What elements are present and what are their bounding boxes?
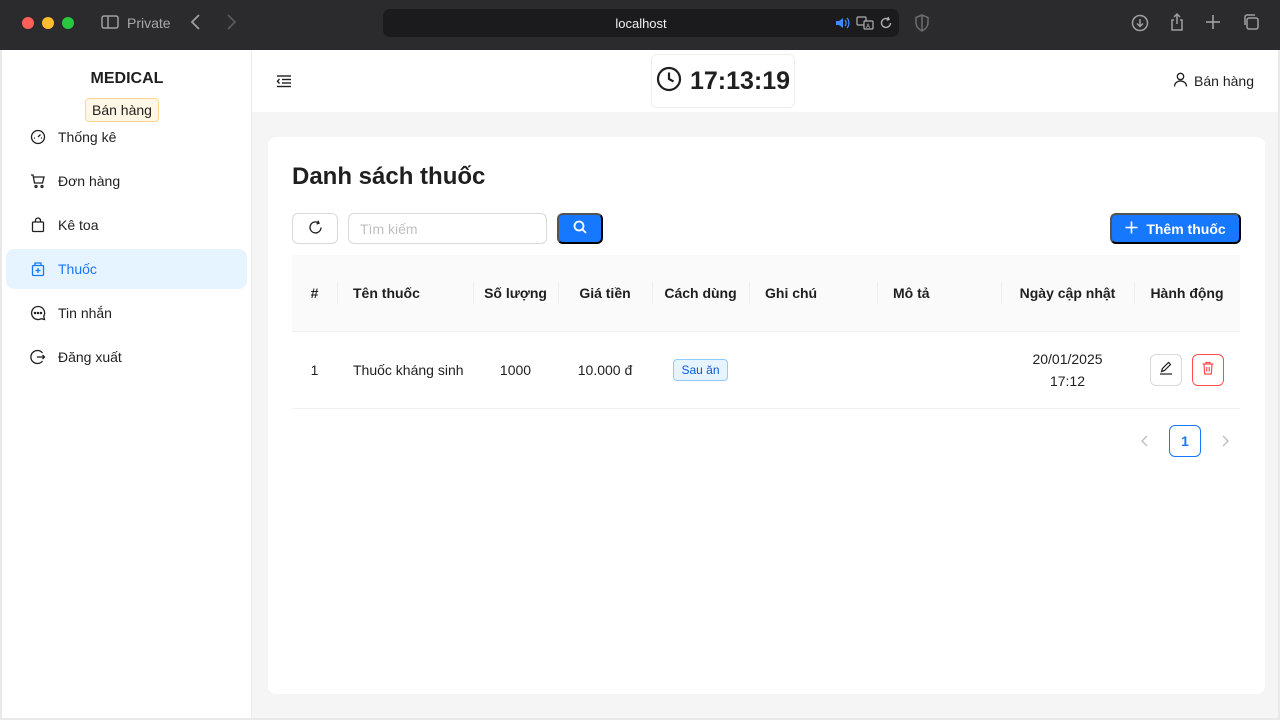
column-header-note: Ghi chú [749, 255, 877, 332]
cell-name: Thuốc kháng sinh [337, 331, 473, 409]
download-icon[interactable] [1131, 14, 1149, 37]
cell-quantity: 1000 [473, 331, 558, 409]
search-input[interactable] [348, 213, 547, 244]
menu-fold-icon[interactable] [276, 73, 292, 89]
top-header: 17:13:19 Bán hàng [252, 50, 1278, 112]
column-header-updated: Ngày cập nhật [1001, 255, 1134, 332]
forward-icon[interactable] [223, 12, 239, 37]
user-menu[interactable]: Bán hàng [1173, 72, 1254, 90]
add-medicine-label: Thêm thuốc [1146, 220, 1226, 237]
dashboard-icon [30, 129, 46, 145]
column-header-description: Mô tả [877, 255, 1001, 332]
sidebar-item-statistics[interactable]: Thống kê [6, 117, 247, 157]
table-header-row: # Tên thuốc Số lượng Giá tiền Cách dùng … [292, 255, 1240, 332]
cell-index: 1 [292, 331, 337, 409]
add-medicine-button[interactable]: Thêm thuốc [1110, 213, 1241, 244]
sidebar-item-label: Thuốc [58, 261, 97, 277]
column-header-index: # [292, 255, 337, 332]
sidebar-item-medicine[interactable]: Thuốc [6, 249, 247, 289]
column-header-price: Giá tiền [558, 255, 652, 332]
next-page-icon[interactable] [1209, 425, 1241, 457]
minimize-window-button[interactable] [42, 17, 54, 29]
sidebar-item-label: Thống kê [58, 129, 117, 145]
cell-description [877, 331, 1001, 409]
translate-icon[interactable]: A [856, 16, 874, 35]
cell-price: 10.000 đ [558, 331, 652, 409]
shield-icon[interactable] [914, 14, 930, 37]
new-tab-icon[interactable] [1205, 14, 1221, 35]
message-icon [30, 305, 46, 321]
sidebar-item-messages[interactable]: Tin nhắn [6, 293, 247, 333]
medicine-box-icon [30, 261, 46, 277]
sidebar-item-logout[interactable]: Đăng xuất [6, 337, 247, 377]
column-header-actions: Hành động [1134, 255, 1240, 332]
reload-icon[interactable] [879, 16, 893, 35]
cart-icon [30, 173, 46, 189]
user-name: Bán hàng [1194, 73, 1254, 89]
url-text: localhost [615, 16, 667, 31]
delete-button[interactable] [1192, 353, 1224, 386]
column-header-name: Tên thuốc [337, 255, 473, 332]
cell-usage: Sau ăn [652, 331, 749, 409]
address-bar[interactable]: localhost A [383, 9, 899, 37]
medicine-table: # Tên thuốc Số lượng Giá tiền Cách dùng … [292, 255, 1240, 409]
close-window-button[interactable] [22, 17, 34, 29]
plus-icon [1125, 221, 1138, 237]
trash-icon [1201, 361, 1215, 378]
pagination: 1 [1129, 425, 1241, 457]
search-icon [573, 220, 587, 237]
refresh-button[interactable] [292, 213, 338, 244]
tabs-overview-icon[interactable] [1242, 13, 1260, 36]
sidebar-item-label: Kê toa [58, 217, 99, 233]
column-header-quantity: Số lượng [473, 255, 558, 332]
search-button[interactable] [557, 213, 603, 244]
app-window: MEDICAL Bán hàng Thống kê Đơn hàng Kê to… [2, 50, 1278, 718]
usage-tag: Sau ăn [673, 359, 728, 381]
sidebar-item-label: Đăng xuất [58, 349, 122, 365]
reload-icon [308, 220, 323, 238]
browser-toolbar: Private localhost A [0, 0, 1280, 50]
sidebar-icon[interactable] [100, 12, 120, 37]
sidebar-item-label: Đơn hàng [58, 173, 121, 189]
cell-updated: 20/01/2025 17:12 [1001, 331, 1134, 409]
brand-title: MEDICAL [90, 70, 164, 87]
cell-actions [1134, 331, 1240, 409]
logout-icon [30, 349, 46, 365]
audio-icon[interactable] [835, 16, 851, 35]
page-button-current[interactable]: 1 [1169, 425, 1201, 457]
medicine-list-card: Danh sách thuốc Thêm thuốc # [268, 137, 1265, 694]
clock-widget: 17:13:19 [651, 54, 795, 108]
edit-icon [1159, 361, 1173, 378]
page-title: Danh sách thuốc [292, 163, 486, 190]
private-mode-label: Private [127, 15, 171, 31]
sidebar-item-label: Tin nhắn [58, 305, 112, 321]
clock-icon [656, 66, 682, 97]
edit-button[interactable] [1150, 353, 1182, 386]
user-icon [1173, 72, 1188, 90]
prev-page-icon[interactable] [1129, 425, 1161, 457]
column-header-usage: Cách dùng [652, 255, 749, 332]
cell-note [749, 331, 877, 409]
table-row: 1 Thuốc kháng sinh 1000 10.000 đ Sau ăn … [292, 331, 1240, 409]
sidebar-item-orders[interactable]: Đơn hàng [6, 161, 247, 201]
share-icon[interactable] [1169, 12, 1185, 37]
clock-time: 17:13:19 [689, 66, 791, 95]
sidebar-item-prescription[interactable]: Kê toa [6, 205, 247, 245]
shopping-bag-icon [30, 217, 46, 233]
back-icon[interactable] [188, 12, 204, 37]
zoom-window-button[interactable] [62, 17, 74, 29]
sidebar: MEDICAL Bán hàng Thống kê Đơn hàng Kê to… [2, 50, 252, 718]
